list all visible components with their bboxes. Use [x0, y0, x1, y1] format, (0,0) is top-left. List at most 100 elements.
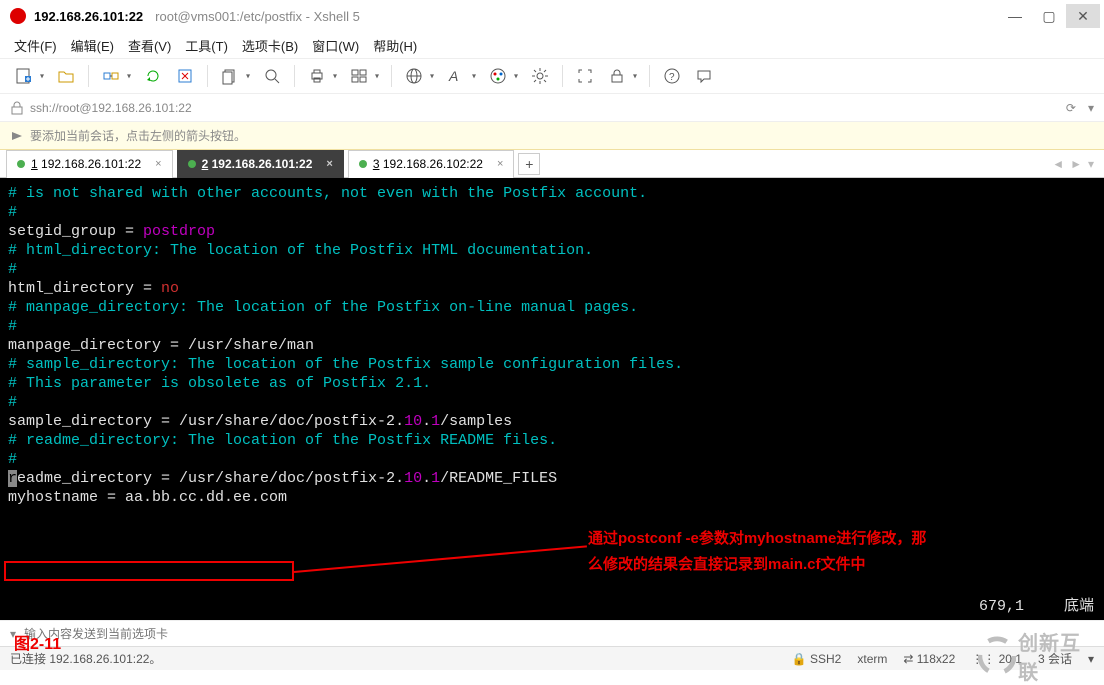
- svg-text:?: ?: [669, 72, 675, 83]
- tab-list-icon[interactable]: ▾: [1088, 157, 1094, 171]
- figure-label: 图2-11: [14, 630, 61, 654]
- term-line: manpage_directory = /usr/share/man: [8, 336, 1096, 355]
- window-controls: — ▢ ✕: [998, 4, 1100, 28]
- tab3-label: 192.168.26.102:22: [383, 157, 483, 171]
- tab3-close-icon[interactable]: ×: [497, 158, 503, 170]
- connect-button[interactable]: ▾: [97, 62, 125, 90]
- tab2-num: 2: [202, 157, 209, 171]
- term-line: #: [8, 203, 1096, 222]
- add-tab-button[interactable]: +: [518, 153, 540, 175]
- fullscreen-button[interactable]: [571, 62, 599, 90]
- terminal[interactable]: # is not shared with other accounts, not…: [0, 178, 1104, 620]
- window-subtitle: root@vms001:/etc/postfix - Xshell 5: [155, 9, 360, 24]
- term-line: #: [8, 450, 1096, 469]
- help-button[interactable]: ?: [658, 62, 686, 90]
- settings-button[interactable]: [526, 62, 554, 90]
- input-bar: ▾: [0, 620, 1104, 646]
- toolbar-separator: [88, 65, 89, 87]
- annotation-text: 通过postconf -e参数对myhostname进行修改，那 么修改的结果会…: [588, 526, 1008, 578]
- term-line: html_directory = no: [8, 279, 1096, 298]
- status-term: xterm: [857, 652, 887, 666]
- tab-next-icon[interactable]: ►: [1070, 157, 1082, 171]
- term-line: #: [8, 260, 1096, 279]
- tab-status-dot-icon: [359, 160, 367, 168]
- toolbar-separator: [207, 65, 208, 87]
- menu-tabs[interactable]: 选项卡(B): [242, 36, 298, 55]
- tab-nav: ◄ ► ▾: [1052, 157, 1104, 171]
- menu-file[interactable]: 文件(F): [14, 36, 57, 55]
- tab1-label: 192.168.26.101:22: [41, 157, 141, 171]
- menu-window[interactable]: 窗口(W): [312, 36, 359, 55]
- term-line: # sample_directory: The location of the …: [8, 355, 1096, 374]
- copy-button[interactable]: ▾: [216, 62, 244, 90]
- tab-session-1[interactable]: 1 192.168.26.101:22 ×: [6, 150, 173, 178]
- close-button[interactable]: ✕: [1066, 4, 1100, 28]
- menubar: 文件(F) 编辑(E) 查看(V) 工具(T) 选项卡(B) 窗口(W) 帮助(…: [0, 32, 1104, 58]
- watermark: 创新互联: [978, 634, 1098, 678]
- term-line: #: [8, 393, 1096, 412]
- highlight-box: [4, 561, 294, 581]
- titlebar: 192.168.26.101:22 root@vms001:/etc/postf…: [0, 0, 1104, 32]
- search-button[interactable]: [258, 62, 286, 90]
- hint-text: 要添加当前会话，点击左侧的箭头按钮。: [30, 127, 246, 144]
- term-line: # This parameter is obsolete as of Postf…: [8, 374, 1096, 393]
- hint-bar: 要添加当前会话，点击左侧的箭头按钮。: [0, 122, 1104, 150]
- term-line: setgid_group = postdrop: [8, 222, 1096, 241]
- app-logo-icon: [10, 8, 26, 24]
- addr-dropdown-icon[interactable]: ▾: [1088, 101, 1094, 115]
- tab1-num: 1: [31, 157, 38, 171]
- tab-prev-icon[interactable]: ◄: [1052, 157, 1064, 171]
- font-button[interactable]: A ▾: [442, 62, 470, 90]
- address-bar: ssh://root@192.168.26.101:22 ⟳ ▾: [0, 94, 1104, 122]
- annotation-arrow: [294, 545, 587, 573]
- menu-view[interactable]: 查看(V): [128, 36, 171, 55]
- tab2-close-icon[interactable]: ×: [326, 158, 332, 170]
- lock-icon: [10, 101, 24, 115]
- chat-button[interactable]: [690, 62, 718, 90]
- layout-button[interactable]: ▾: [345, 62, 373, 90]
- tab-strip: 1 192.168.26.101:22 × 2 192.168.26.101:2…: [0, 150, 1104, 178]
- tab2-label: 192.168.26.101:22: [212, 157, 313, 171]
- toolbar: ▾ ▾ ▾ ▾ ▾ ▾ A ▾ ▾: [0, 58, 1104, 94]
- tab3-num: 3: [373, 157, 380, 171]
- status-size: ⇄ 118x22: [903, 652, 955, 666]
- tab-session-2[interactable]: 2 192.168.26.101:22 ×: [177, 150, 344, 178]
- toolbar-separator: [649, 65, 650, 87]
- menu-help[interactable]: 帮助(H): [373, 36, 417, 55]
- term-line: myhostname = aa.bb.cc.dd.ee.com: [8, 488, 1096, 507]
- open-button[interactable]: [52, 62, 80, 90]
- line-col: 679,1: [979, 597, 1024, 616]
- toolbar-separator: [391, 65, 392, 87]
- minimize-button[interactable]: —: [998, 4, 1032, 28]
- print-button[interactable]: ▾: [303, 62, 331, 90]
- encoding-button[interactable]: ▾: [400, 62, 428, 90]
- window-address: 192.168.26.101:22: [34, 9, 143, 24]
- term-line: #: [8, 317, 1096, 336]
- reconnect-button[interactable]: [139, 62, 167, 90]
- menu-edit[interactable]: 编辑(E): [71, 36, 114, 55]
- watermark-logo-icon: [978, 636, 1016, 676]
- toolbar-separator: [294, 65, 295, 87]
- tab-status-dot-icon: [188, 160, 196, 168]
- scroll-pos: 底端: [1064, 597, 1094, 616]
- status-bar: 已连接 192.168.26.101:22。 🔒 SSH2 xterm ⇄ 11…: [0, 646, 1104, 670]
- term-line: sample_directory = /usr/share/doc/postfi…: [8, 412, 1096, 431]
- refresh-icon[interactable]: ⟳: [1066, 101, 1076, 115]
- lock-button[interactable]: ▾: [603, 62, 631, 90]
- term-line: # readme_directory: The location of the …: [8, 431, 1096, 450]
- term-line: # html_directory: The location of the Po…: [8, 241, 1096, 260]
- address-text[interactable]: ssh://root@192.168.26.101:22: [30, 101, 192, 115]
- tab-session-3[interactable]: 3 192.168.26.102:22 ×: [348, 150, 515, 178]
- terminal-status: 679,1 底端: [979, 597, 1094, 620]
- palette-button[interactable]: ▾: [484, 62, 512, 90]
- hint-arrow-icon[interactable]: [10, 129, 24, 143]
- tab1-close-icon[interactable]: ×: [155, 158, 161, 170]
- disconnect-button[interactable]: [171, 62, 199, 90]
- menu-tools[interactable]: 工具(T): [185, 36, 228, 55]
- toolbar-separator: [562, 65, 563, 87]
- maximize-button[interactable]: ▢: [1032, 4, 1066, 28]
- new-session-button[interactable]: ▾: [10, 62, 38, 90]
- command-input[interactable]: [24, 627, 1094, 641]
- svg-text:A: A: [448, 68, 458, 84]
- status-ssh: 🔒 SSH2: [792, 652, 842, 666]
